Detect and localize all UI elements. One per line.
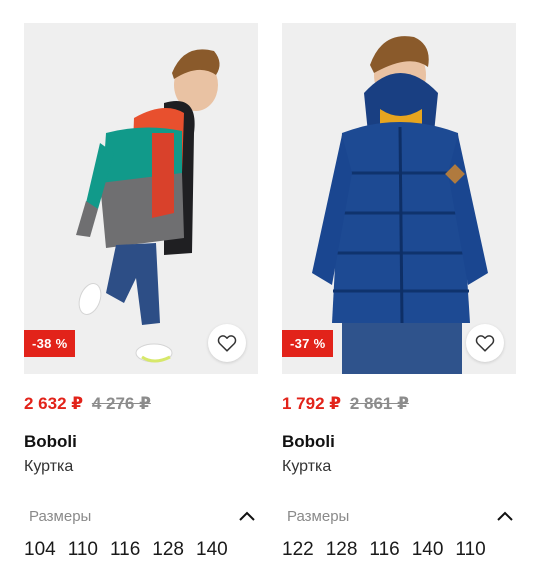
old-price: 2 861 ₽ (349, 394, 409, 413)
size-option[interactable]: 128 (326, 539, 358, 561)
product-card[interactable]: -38 % 2 632 ₽ 4 276 ₽ Boboli Куртка Разм… (24, 23, 258, 561)
product-photo-illustration (24, 23, 258, 374)
product-type[interactable]: Куртка (282, 458, 516, 478)
size-option[interactable]: 140 (412, 539, 444, 561)
current-price: 2 632 ₽ (24, 394, 84, 413)
size-option[interactable]: 110 (68, 539, 98, 561)
size-option[interactable]: 128 (152, 539, 184, 561)
chevron-up-icon (497, 511, 513, 521)
sizes-label: Размеры (29, 507, 92, 525)
heart-icon (217, 335, 237, 352)
add-to-favorites-button[interactable] (466, 324, 504, 362)
product-photo-illustration (282, 23, 516, 374)
sizes-collapse-button[interactable] (236, 505, 258, 527)
size-option[interactable]: 122 (282, 539, 314, 561)
size-option[interactable]: 116 (369, 539, 399, 561)
size-list: 104 110 116 128 140 (24, 539, 258, 561)
sizes-label: Размеры (287, 507, 350, 525)
product-card[interactable]: -37 % 1 792 ₽ 2 861 ₽ Boboli Куртка Разм… (282, 23, 516, 561)
product-image[interactable]: -38 % (24, 23, 258, 374)
product-brand[interactable]: Boboli (282, 432, 516, 452)
product-brand[interactable]: Boboli (24, 432, 258, 452)
size-option[interactable]: 110 (455, 539, 485, 561)
price-block: 1 792 ₽ 2 861 ₽ (282, 394, 516, 416)
size-list: 122 128 116 140 110 (282, 539, 516, 561)
size-option[interactable]: 104 (24, 539, 56, 561)
price-block: 2 632 ₽ 4 276 ₽ (24, 394, 258, 416)
discount-badge: -37 % (282, 330, 334, 357)
chevron-up-icon (239, 511, 255, 521)
size-option[interactable]: 140 (196, 539, 228, 561)
size-option[interactable]: 116 (110, 539, 140, 561)
sizes-collapse-button[interactable] (494, 505, 516, 527)
sizes-header: Размеры (282, 505, 516, 527)
old-price: 4 276 ₽ (91, 394, 151, 413)
add-to-favorites-button[interactable] (208, 324, 246, 362)
current-price: 1 792 ₽ (282, 394, 342, 413)
discount-badge: -38 % (24, 330, 76, 357)
sizes-header: Размеры (24, 505, 258, 527)
heart-icon (475, 335, 495, 352)
product-image[interactable]: -37 % (282, 23, 516, 374)
product-type[interactable]: Куртка (24, 458, 258, 478)
